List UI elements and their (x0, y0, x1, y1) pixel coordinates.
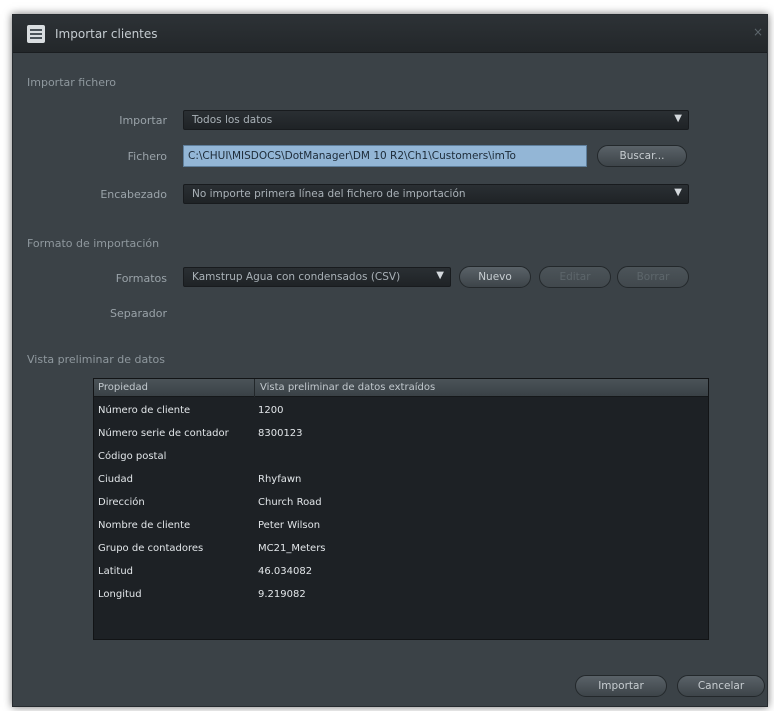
section-import-format: Formato de importación (27, 237, 160, 250)
file-label: Fichero (127, 150, 167, 163)
table-row[interactable]: Dirección Church Road (94, 493, 708, 516)
property-cell: Ciudad (98, 474, 133, 485)
header-label: Encabezado (100, 188, 167, 201)
import-customers-dialog: Importar clientes × Importar fichero Imp… (12, 14, 768, 707)
preview-table[interactable]: Propiedad Vista preliminar de datos extr… (93, 378, 709, 640)
property-cell: Nombre de cliente (98, 520, 191, 531)
title-bar[interactable]: Importar clientes × (13, 15, 767, 53)
column-divider[interactable] (254, 379, 255, 397)
value-cell: MC21_Meters (258, 543, 326, 554)
column-header-value[interactable]: Vista preliminar de datos extraídos (260, 382, 435, 393)
property-cell: Dirección (98, 497, 145, 508)
separator-label: Separador (110, 307, 167, 320)
delete-format-button[interactable]: Borrar (617, 266, 689, 288)
header-select-value: No importe primera línea del fichero de … (192, 188, 466, 200)
property-cell: Número serie de contador (98, 428, 229, 439)
property-cell: Número de cliente (98, 405, 191, 416)
browse-button[interactable]: Buscar... (597, 145, 687, 167)
file-path-input[interactable]: C:\CHUI\MISDOCS\DotManager\DM 10 R2\Ch1\… (183, 145, 587, 167)
value-cell: Rhyfawn (258, 474, 302, 485)
chevron-down-icon: ▼ (436, 270, 444, 281)
table-row[interactable]: Latitud 46.034082 (94, 562, 708, 585)
format-label: Formatos (115, 272, 167, 285)
section-import-file: Importar fichero (27, 76, 116, 89)
value-cell: 1200 (258, 405, 284, 416)
value-cell: 46.034082 (258, 566, 313, 577)
property-cell: Longitud (98, 589, 142, 600)
import-button[interactable]: Importar (575, 675, 667, 697)
value-cell: 9.219082 (258, 589, 306, 600)
table-row[interactable]: Número serie de contador 8300123 (94, 424, 708, 447)
format-select[interactable]: Kamstrup Agua con condensados (CSV) ▼ (183, 267, 451, 287)
property-cell: Código postal (98, 451, 167, 462)
table-row[interactable]: Longitud 9.219082 (94, 585, 708, 608)
edit-format-button[interactable]: Editar (539, 266, 611, 288)
section-preview: Vista preliminar de datos (27, 353, 166, 366)
table-row[interactable]: Código postal (94, 447, 708, 470)
import-select-value: Todos los datos (192, 114, 273, 126)
value-cell: Church Road (258, 497, 322, 508)
value-cell: Peter Wilson (258, 520, 321, 531)
column-header-property[interactable]: Propiedad (98, 382, 148, 393)
format-select-value: Kamstrup Agua con condensados (CSV) (192, 271, 401, 283)
close-icon[interactable]: × (753, 25, 763, 39)
dialog-title: Importar clientes (55, 27, 158, 41)
preview-table-header: Propiedad Vista preliminar de datos extr… (94, 379, 708, 397)
chevron-down-icon: ▼ (674, 187, 682, 198)
table-row[interactable]: Ciudad Rhyfawn (94, 470, 708, 493)
value-cell: 8300123 (258, 428, 303, 439)
import-select[interactable]: Todos los datos ▼ (183, 110, 689, 130)
header-select[interactable]: No importe primera línea del fichero de … (183, 184, 689, 204)
chevron-down-icon: ▼ (674, 113, 682, 124)
table-row[interactable]: Nombre de cliente Peter Wilson (94, 516, 708, 539)
new-format-button[interactable]: Nuevo (459, 266, 531, 288)
table-row[interactable]: Grupo de contadores MC21_Meters (94, 539, 708, 562)
property-cell: Grupo de contadores (98, 543, 204, 554)
import-label: Importar (119, 114, 167, 127)
import-document-icon (27, 25, 45, 43)
cancel-button[interactable]: Cancelar (677, 675, 765, 697)
table-row[interactable]: Número de cliente 1200 (94, 401, 708, 424)
property-cell: Latitud (98, 566, 134, 577)
